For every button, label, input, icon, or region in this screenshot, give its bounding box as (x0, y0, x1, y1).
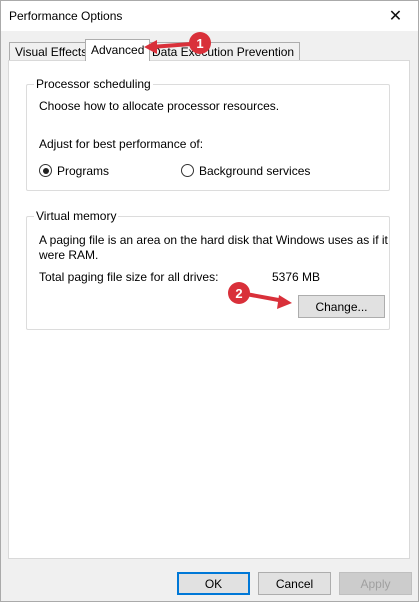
performance-options-window: Performance Options ✕ Visual Effects Adv… (0, 0, 419, 602)
annotation-arrows (144, 40, 292, 309)
annotation-badge-2: 2 (228, 282, 250, 304)
annotation-arrow-1 (144, 40, 193, 54)
annotation-arrow-2 (244, 292, 292, 309)
annotation-badge-1: 1 (189, 32, 211, 54)
